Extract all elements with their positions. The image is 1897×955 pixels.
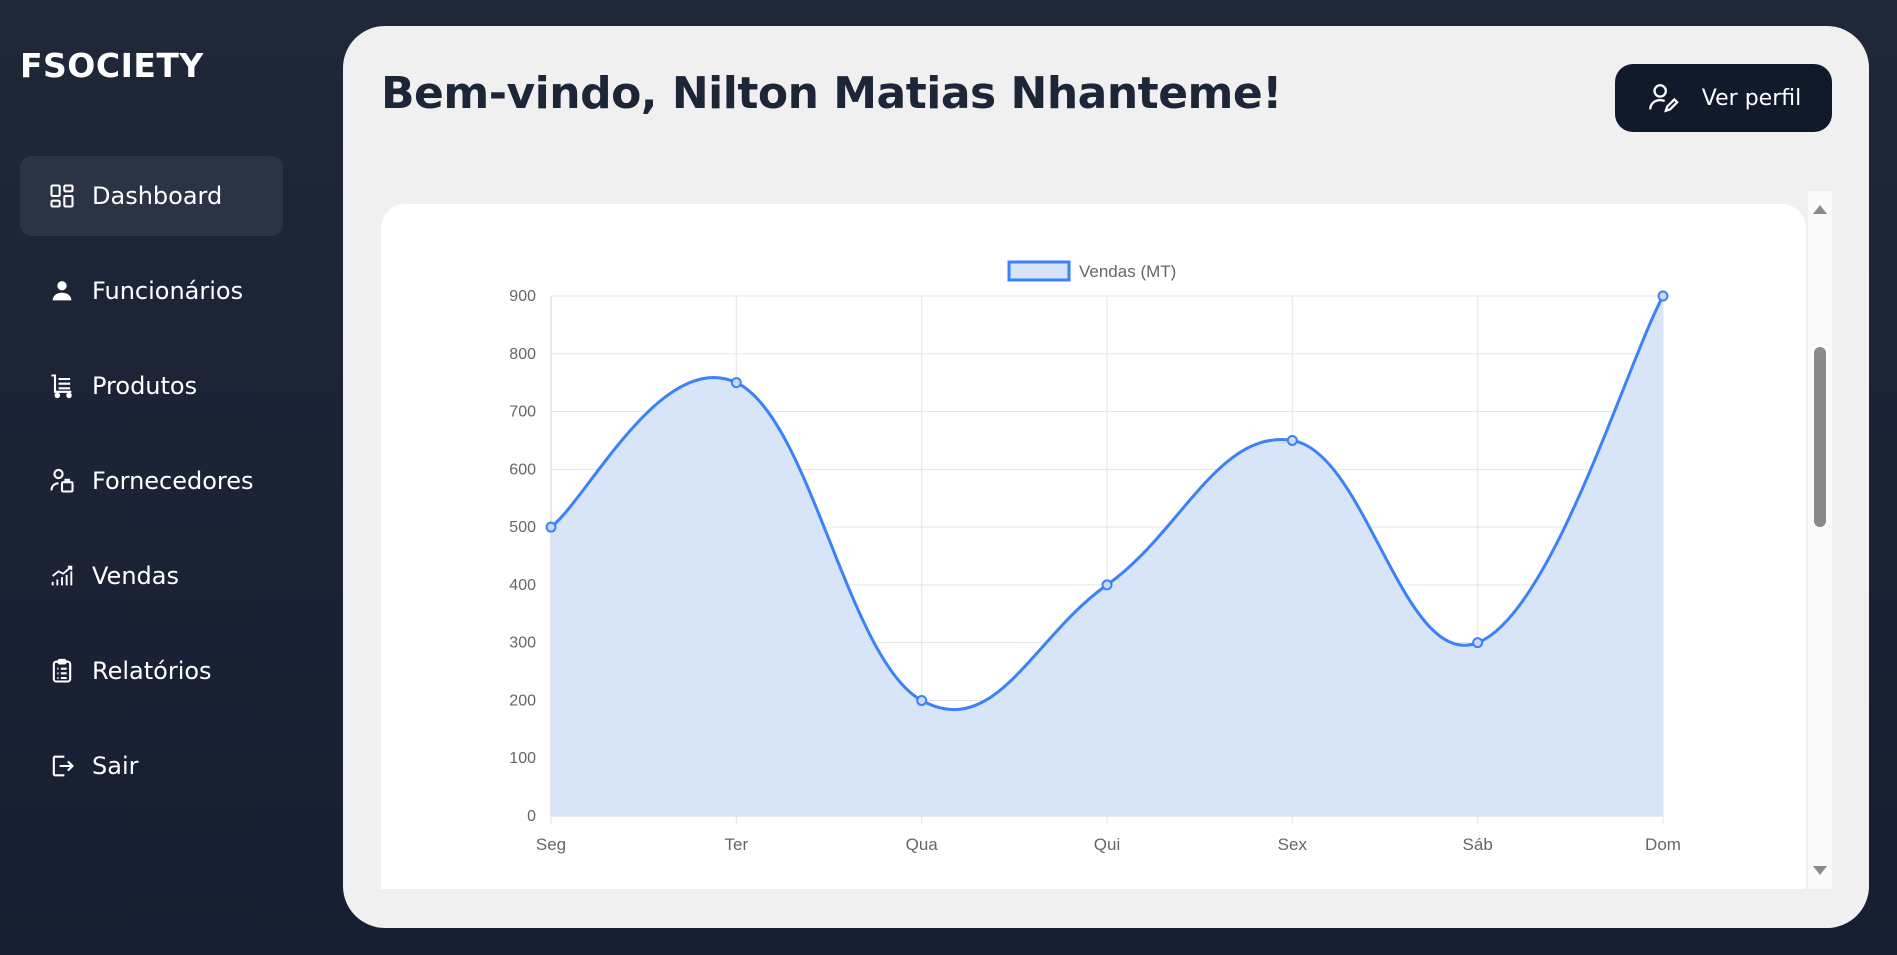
sidebar-item-label: Relatórios	[92, 657, 212, 685]
x-tick-label: Seg	[536, 835, 566, 854]
data-point	[730, 377, 742, 389]
sidebar-item-relatorios[interactable]: Relatórios	[20, 631, 283, 711]
chart-scroll-area[interactable]: 0 100 200 300 400 500 600 700 800 900 Seg Ter Qua Qui…	[381, 191, 1832, 889]
y-tick-label: 200	[509, 692, 536, 709]
logout-icon	[48, 752, 76, 780]
chart-growth-icon	[48, 562, 76, 590]
sidebar-item-produtos[interactable]: Produtos	[20, 346, 283, 426]
legend-swatch	[1007, 260, 1071, 282]
cart-icon	[48, 372, 76, 400]
sidebar-item-label: Funcionários	[92, 277, 244, 305]
sidebar-item-label: Vendas	[92, 562, 179, 590]
sidebar-item-vendas[interactable]: Vendas	[20, 536, 283, 616]
x-tick-label: Dom	[1645, 835, 1681, 854]
data-point	[1286, 434, 1298, 446]
x-tick-label: Sex	[1278, 835, 1308, 854]
view-profile-label: Ver perfil	[1701, 85, 1802, 111]
sidebar-item-dashboard[interactable]: Dashboard	[20, 156, 283, 236]
y-tick-label: 100	[509, 750, 536, 767]
legend-label: Vendas (MT)	[1079, 262, 1176, 281]
scrollbar-thumb[interactable]	[1814, 347, 1826, 527]
brand-logo: FSOCIETY	[20, 46, 204, 85]
y-tick-label: 500	[509, 519, 536, 536]
sales-line-chart: 0 100 200 300 400 500 600 700 800 900 Seg Ter Qua Qui…	[509, 260, 1681, 854]
scroll-down-arrow-icon[interactable]	[1813, 866, 1827, 875]
data-point	[1472, 637, 1484, 649]
main-panel: Bem-vindo, Nilton Matias Nhanteme! Ver p…	[343, 26, 1869, 928]
dashboard-icon	[48, 182, 76, 210]
clipboard-icon	[48, 657, 76, 685]
supplier-icon	[48, 467, 76, 495]
y-tick-label: 700	[509, 404, 536, 421]
data-point	[1101, 579, 1113, 591]
sidebar-item-label: Sair	[92, 752, 139, 780]
y-tick-label: 900	[509, 288, 536, 305]
view-profile-button[interactable]: Ver perfil	[1615, 64, 1832, 132]
sales-chart-card: 0 100 200 300 400 500 600 700 800 900 Seg Ter Qua Qui…	[381, 204, 1806, 889]
user-edit-icon	[1648, 84, 1679, 113]
x-tick-label: Qua	[906, 835, 939, 854]
vertical-scrollbar[interactable]	[1808, 191, 1832, 889]
sidebar-item-label: Dashboard	[92, 182, 223, 210]
scroll-up-arrow-icon[interactable]	[1813, 205, 1827, 214]
x-tick-label: Qui	[1094, 835, 1120, 854]
data-point	[545, 521, 557, 533]
x-tick-label: Ter	[725, 835, 749, 854]
y-tick-label: 600	[509, 461, 536, 478]
sidebar-item-sair[interactable]: Sair	[20, 726, 283, 806]
y-tick-label: 0	[527, 808, 536, 825]
sidebar-item-label: Fornecedores	[92, 467, 254, 495]
person-icon	[48, 277, 76, 305]
page-title: Bem-vindo, Nilton Matias Nhanteme!	[381, 68, 1282, 119]
sidebar-item-label: Produtos	[92, 372, 198, 400]
data-point	[1657, 290, 1669, 302]
y-tick-label: 800	[509, 346, 536, 363]
x-tick-label: Sáb	[1463, 835, 1493, 854]
y-tick-label: 300	[509, 635, 536, 652]
sidebar-item-funcionarios[interactable]: Funcionários	[20, 251, 283, 331]
y-tick-label: 400	[509, 577, 536, 594]
sidebar-item-fornecedores[interactable]: Fornecedores	[20, 441, 283, 521]
data-point	[916, 694, 928, 706]
sidebar-nav: Dashboard Funcionários Produtos Forneced…	[20, 156, 283, 821]
